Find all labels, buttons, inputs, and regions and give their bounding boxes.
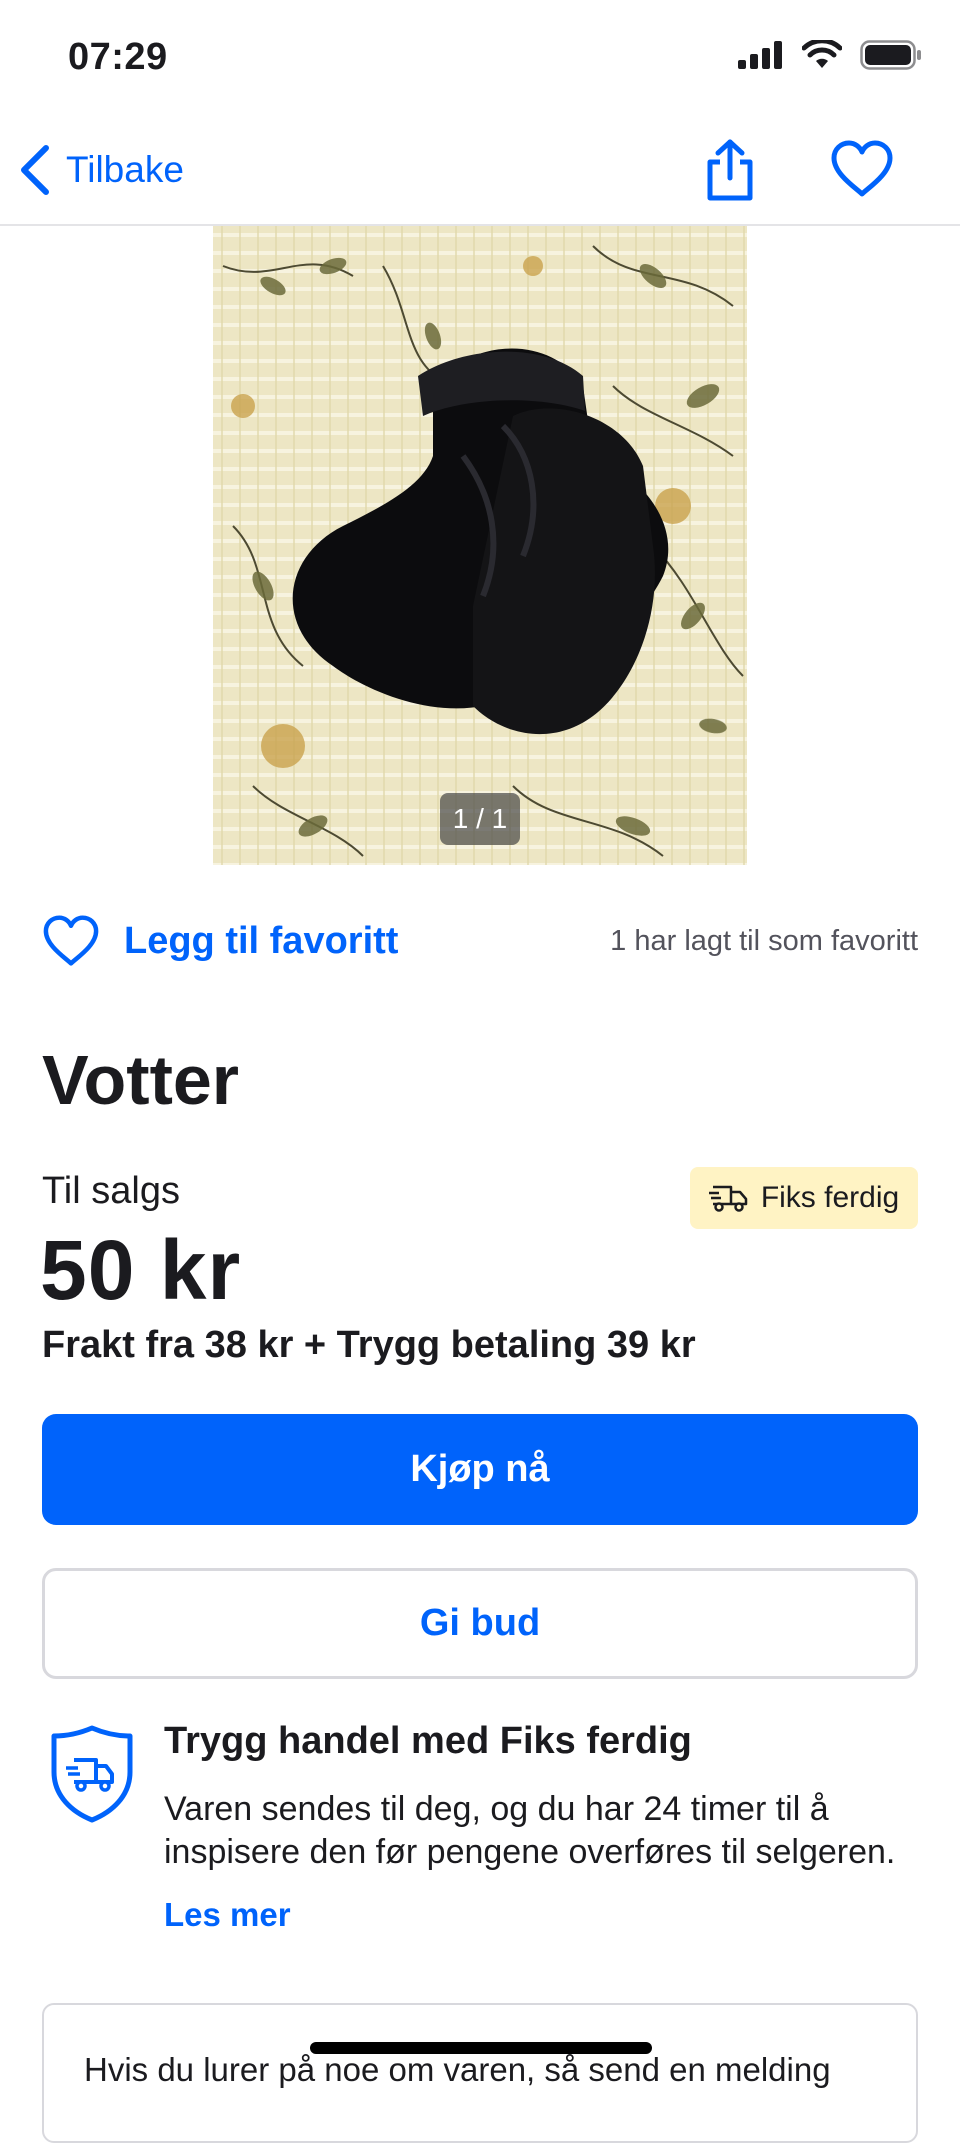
chevron-left-icon [21, 145, 49, 195]
product-photo [213, 226, 747, 865]
cellular-signal-icon [738, 41, 782, 69]
image-counter: 1 / 1 [440, 793, 520, 845]
heart-icon [43, 915, 99, 966]
battery-icon [860, 40, 921, 70]
back-button[interactable]: Tilbake [18, 140, 184, 200]
wifi-icon [802, 40, 842, 68]
sale-status: Til salgs [42, 1170, 180, 1212]
badge-label: Fiks ferdig [760, 1181, 900, 1214]
share-icon [707, 139, 753, 201]
product-image[interactable]: 1 / 1 [213, 226, 747, 865]
home-indicator[interactable] [310, 2042, 652, 2054]
make-bid-button[interactable]: Gi bud [42, 1568, 918, 1679]
delivery-truck-icon [708, 1185, 748, 1212]
status-bar: 07:29 [0, 0, 960, 118]
add-favorite-label: Legg til favoritt [124, 919, 399, 962]
shield-truck-icon [51, 1725, 133, 1823]
back-label: Tilbake [66, 149, 184, 190]
safe-trade-section: Trygg handel med Fiks ferdig Varen sende… [0, 1720, 960, 1950]
share-button[interactable] [700, 138, 760, 202]
buy-now-button[interactable]: Kjøp nå [42, 1414, 918, 1525]
favorite-top-button[interactable] [830, 140, 896, 200]
safe-trade-title: Trygg handel med Fiks ferdig [164, 1720, 692, 1762]
price: 50 kr [40, 1223, 242, 1317]
message-box[interactable]: Hvis du lurer på noe om varen, så send e… [42, 2003, 918, 2143]
status-icons [738, 40, 922, 70]
favorite-row: Legg til favoritt 1 har lagt til som fav… [0, 905, 960, 977]
shipping-info: Frakt fra 38 kr + Trygg betaling 39 kr [42, 1324, 696, 1366]
favorite-count: 1 har lagt til som favoritt [610, 925, 918, 957]
status-time: 07:29 [68, 36, 168, 78]
heart-icon [831, 140, 893, 197]
fiks-ferdig-badge: Fiks ferdig [690, 1167, 918, 1229]
read-more-link[interactable]: Les mer [164, 1896, 291, 1934]
listing-title: Votter [42, 1041, 240, 1119]
safe-trade-text: Varen sendes til deg, og du har 24 timer… [164, 1790, 896, 1871]
nav-bar: Tilbake [0, 118, 960, 226]
message-prompt: Hvis du lurer på noe om varen, så send e… [84, 2051, 831, 2088]
add-favorite-button[interactable]: Legg til favoritt [42, 911, 398, 971]
